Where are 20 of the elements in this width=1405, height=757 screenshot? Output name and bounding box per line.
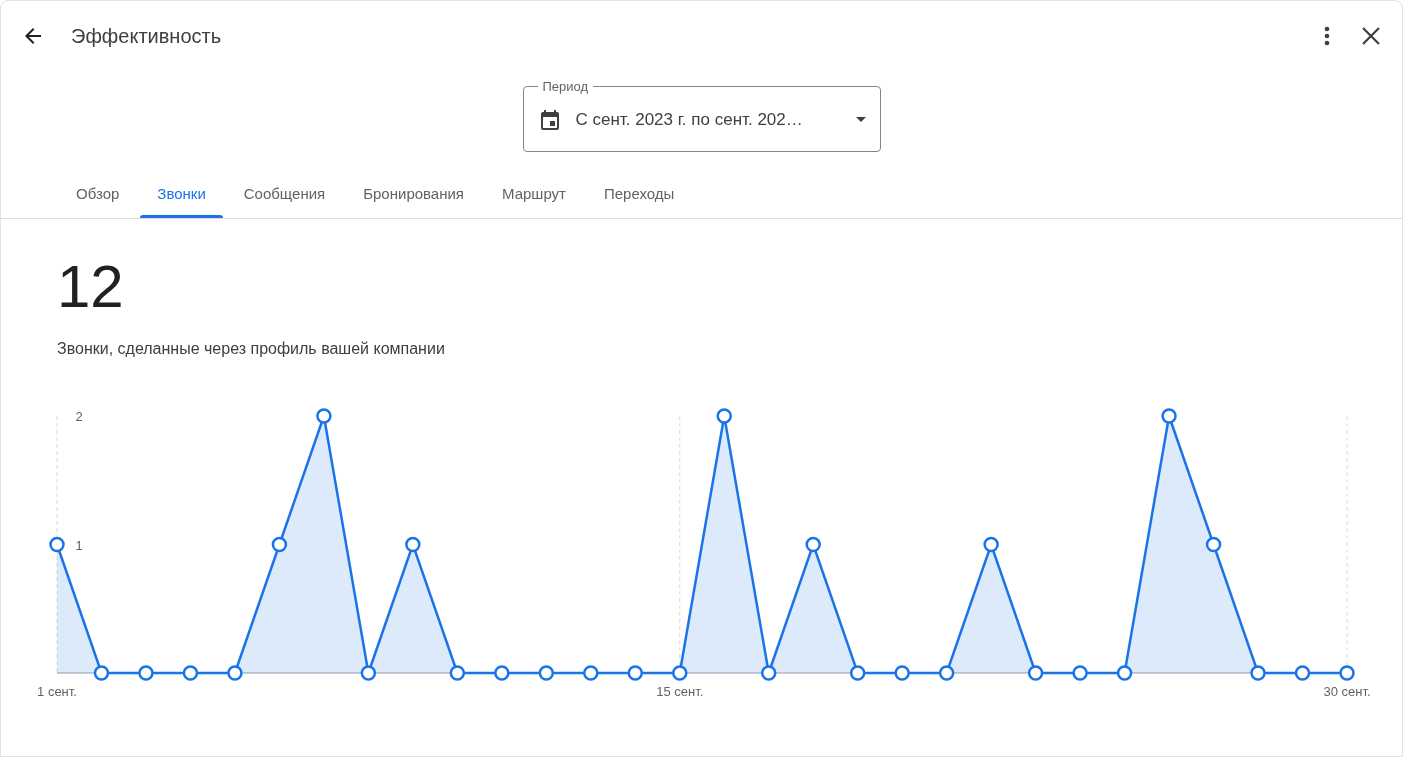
more-vertical-icon	[1324, 26, 1330, 46]
close-icon	[1362, 27, 1380, 45]
tab[interactable]: Звонки	[138, 168, 225, 218]
axis-label: 15 сент.	[656, 684, 704, 699]
axis-label: 1	[75, 537, 83, 553]
tab[interactable]: Маршрут	[483, 168, 585, 218]
more-options-button[interactable]	[1324, 26, 1330, 46]
axis-label: 2	[75, 409, 83, 424]
axis-label: 30 сент.	[1323, 684, 1371, 699]
axis-label: 1 сент.	[37, 684, 77, 699]
tab[interactable]: Сообщения	[224, 168, 345, 218]
dropdown-caret-icon	[855, 117, 866, 122]
tab[interactable]: Обзор	[57, 168, 139, 218]
stat-caption: Звонки, сделанные через профиль вашей компании	[57, 340, 445, 358]
call-count: 12	[57, 252, 124, 322]
dialog-title: Эффективность	[71, 24, 223, 48]
close-button[interactable]	[1362, 27, 1380, 45]
period-dropdown[interactable]: Период С сент. 2023 г. по сент. 202…	[522, 79, 881, 152]
tab[interactable]: Переходы	[584, 168, 694, 218]
tab[interactable]: Бронирования	[344, 168, 483, 218]
